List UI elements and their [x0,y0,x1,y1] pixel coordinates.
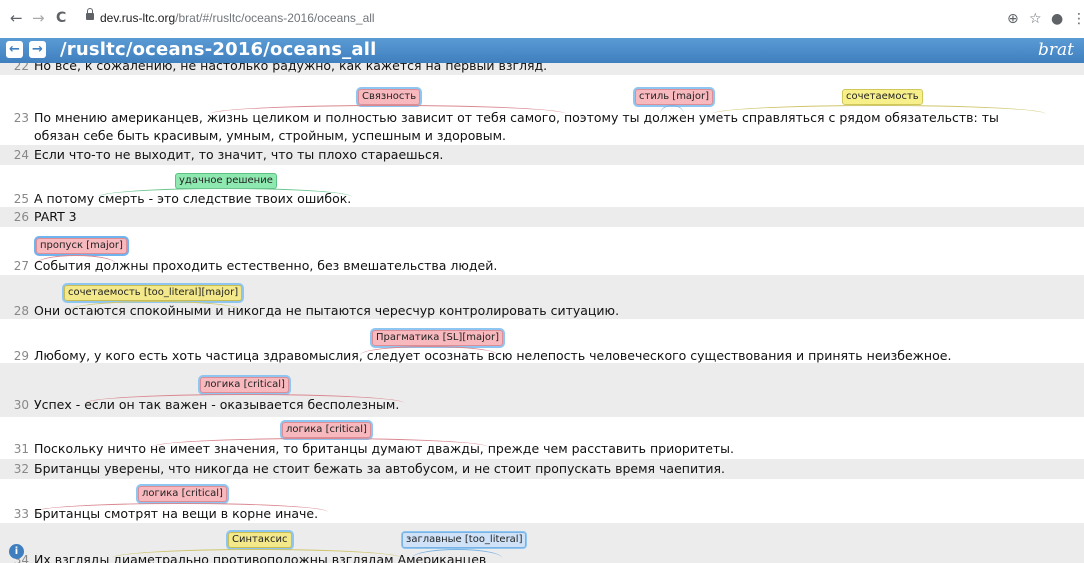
sentence-row: удачное решение 25 А потому смерть - это… [0,165,1084,207]
url-path: /brat/#/rusltc/oceans-2016/oceans_all [175,11,375,25]
sentence-text[interactable]: Британцы смотрят на вещи в корне иначе. [34,506,318,521]
sentence-row: логика [critical] 33 Британцы смотрят на… [0,479,1084,523]
sentence-row: Связность стиль [major] сочетаемость 23 … [0,75,1084,145]
prev-document-button[interactable]: ← [6,41,23,58]
annotation-label[interactable]: логика [critical] [200,377,289,393]
line-number: 28 [13,304,29,318]
menu-icon[interactable]: ⋮ [1072,11,1084,27]
back-icon[interactable]: ← [10,9,23,27]
annotation-label[interactable]: стиль [major] [635,89,713,105]
line-number: 30 [13,398,29,412]
url-text[interactable]: dev.rus-ltc.org/brat/#/rusltc/oceans-201… [100,11,375,25]
sentence-text[interactable]: Но все, к сожалению, не настолько радужн… [34,63,547,73]
sentence-row: логика [critical] 31 Поскольку ничто не … [0,417,1084,459]
sentence-text[interactable]: А потому смерть - это следствие твоих ош… [34,191,351,206]
sentence-text[interactable]: Успех - если он так важен - оказывается … [34,397,399,412]
line-number: 25 [13,192,29,206]
sentence-row: Синтаксис заглавные [too_literal] 34 Их … [0,523,1084,563]
annotation-label[interactable]: логика [critical] [138,486,227,502]
brat-header: ← → /rusltc/oceans-2016/oceans_all brat [0,38,1084,64]
star-icon[interactable]: ☆ [1029,11,1042,27]
line-number: 26 [13,210,29,224]
sentence-row: 26 PART 3 [0,207,1084,227]
annotation-label[interactable]: пропуск [major] [36,238,127,254]
sentence-row: сочетаемость [too_literal][major] 28 Они… [0,275,1084,319]
line-number: 23 [13,111,29,125]
line-number: 22 [13,63,29,73]
sentence-row: логика [critical] 30 Успех - если он так… [0,363,1084,417]
sentence-text[interactable]: Британцы уверены, что никогда не стоит б… [34,461,725,476]
forward-icon[interactable]: → [32,9,45,27]
line-number: 32 [13,462,29,476]
sentence-row: 32 Британцы уверены, что никогда не стои… [0,459,1084,479]
lock-icon [86,8,94,20]
sentence-text[interactable]: Их взгляды диаметрально противоположны в… [34,552,486,563]
annotation-label[interactable]: удачное решение [175,173,277,189]
line-number: 27 [13,259,29,273]
line-number: 31 [13,442,29,456]
sentence-text[interactable]: Любому, у кого есть хоть частица здравом… [34,348,951,363]
annotation-label[interactable]: сочетаемость [too_literal][major] [64,285,243,301]
brat-logo: brat [1038,40,1074,60]
document-title: /rusltc/oceans-2016/oceans_all [60,39,377,60]
sentence-row: 22 Но все, к сожалению, не настолько рад… [0,63,1084,75]
sentence-text[interactable]: По мнению американцев, жизнь целиком и п… [34,110,999,125]
annotation-label[interactable]: заглавные [too_literal] [402,532,527,548]
url-host: dev.rus-ltc.org [100,11,176,25]
line-number: 33 [13,507,29,521]
line-number: 29 [13,349,29,363]
annotation-label[interactable]: Связность [358,89,421,105]
sentence-row: пропуск [major] 27 События должны проход… [0,227,1084,275]
sentence-row: Прагматика [SL][major] 29 Любому, у кого… [0,319,1084,363]
annotation-document: 22 Но все, к сожалению, не настолько рад… [0,63,1084,563]
address-bar[interactable]: dev.rus-ltc.org/brat/#/rusltc/oceans-201… [78,6,1078,32]
sentence-text-continued[interactable]: обязан себе быть красивым, умным, стройн… [34,128,506,143]
annotation-label[interactable]: Прагматика [SL][major] [372,330,503,346]
sentence-row: 24 Если что-то не выходит, то значит, чт… [0,145,1084,165]
sentence-text[interactable]: Они остаются спокойными и никогда не пыт… [34,303,619,318]
browser-toolbar: ← → C dev.rus-ltc.org/brat/#/rusltc/ocea… [0,0,1084,39]
account-icon[interactable]: ● [1051,11,1063,27]
line-number: 24 [13,148,29,162]
annotation-label[interactable]: логика [critical] [282,422,371,438]
sentence-text[interactable]: События должны проходить естественно, бе… [34,258,497,273]
reload-icon[interactable]: C [56,9,66,27]
annotation-label[interactable]: сочетаемость [842,89,923,105]
next-document-button[interactable]: → [29,41,46,58]
sentence-text[interactable]: PART 3 [34,209,77,224]
annotation-label[interactable]: Синтаксис [228,532,292,548]
sentence-text[interactable]: Если что-то не выходит, то значит, что т… [34,147,443,162]
info-icon[interactable]: i [9,544,24,559]
sentence-text[interactable]: Поскольку ничто не имеет значения, то бр… [34,441,734,456]
zoom-icon[interactable]: ⊕ [1007,11,1019,27]
